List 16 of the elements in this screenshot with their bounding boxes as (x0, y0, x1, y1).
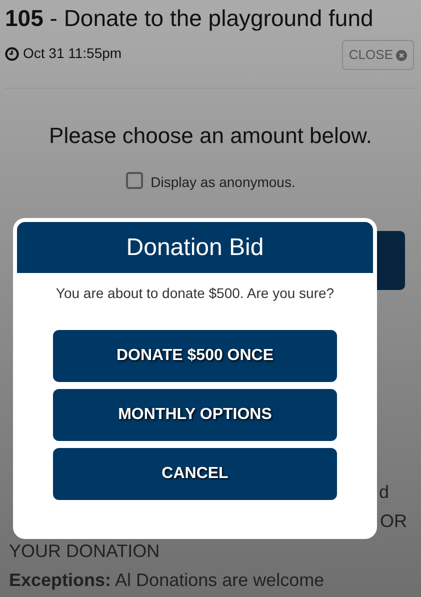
close-icon (396, 50, 407, 60)
details-text: OR (380, 510, 407, 533)
anonymous-label: Display as anonymous. (150, 173, 296, 192)
dialog-title: Donation Bid (17, 222, 373, 273)
item-title: 105 - Donate to the playground fund (5, 4, 374, 32)
details-text: YOUR DONATION (9, 540, 160, 563)
dialog-button[interactable]: MONTHLY OPTIONS (53, 389, 337, 441)
clock-icon (5, 46, 19, 60)
time-text: Oct 31 11:55pm (23, 44, 122, 63)
prompt-text: Please choose an amount below. (48, 122, 373, 150)
dialog-message: You are about to donate $500. Are you sure? (56, 284, 334, 303)
details-text: d (379, 481, 390, 504)
exceptions-text: Exceptions: Al Donations are welcome (9, 569, 324, 592)
anonymous-checkbox[interactable] (126, 172, 143, 189)
dialog-button[interactable]: CANCEL (53, 448, 337, 500)
dialog-button[interactable]: DONATE $500 ONCE (53, 330, 337, 382)
